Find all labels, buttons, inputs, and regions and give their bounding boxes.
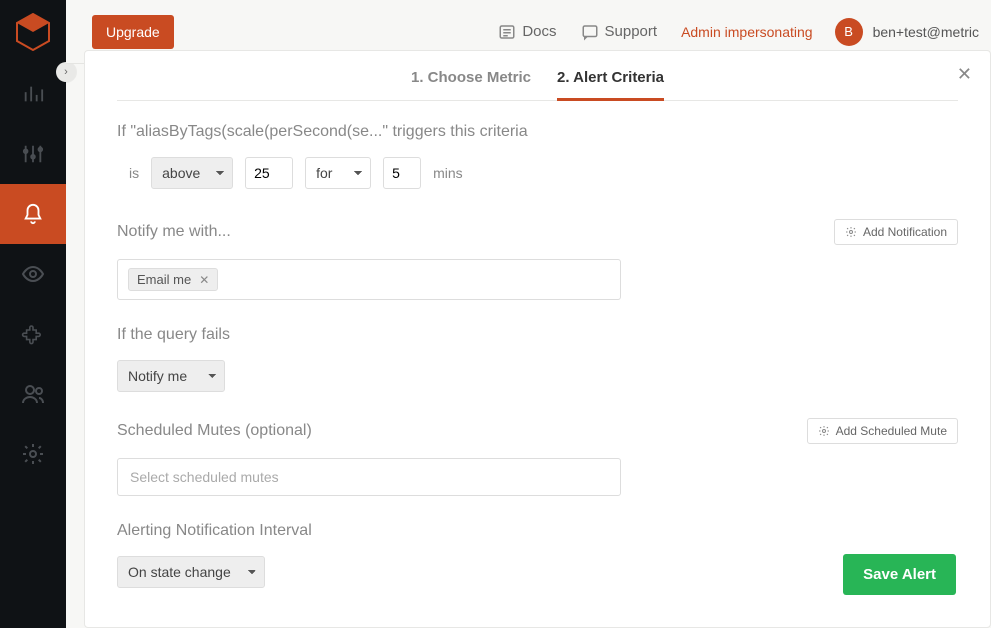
bar-chart-icon bbox=[22, 83, 44, 105]
criteria-for-select[interactable]: for bbox=[305, 157, 371, 189]
sidebar-item-team[interactable] bbox=[0, 364, 66, 424]
query-fail-title: If the query fails bbox=[117, 326, 958, 344]
news-icon bbox=[498, 23, 516, 41]
sidebar-expand-toggle[interactable]: › bbox=[56, 62, 76, 82]
close-icon[interactable]: ✕ bbox=[957, 65, 972, 83]
alert-modal: ✕ 1. Choose Metric 2. Alert Criteria If … bbox=[84, 50, 991, 628]
criteria-threshold-input[interactable] bbox=[245, 157, 293, 189]
alert-form: If "aliasByTags(scale(perSecond(se..." t… bbox=[85, 101, 990, 618]
puzzle-icon bbox=[21, 322, 45, 346]
docs-label: Docs bbox=[522, 23, 556, 40]
users-icon bbox=[21, 382, 45, 406]
save-alert-button[interactable]: Save Alert bbox=[843, 554, 956, 595]
criteria-mins-label: mins bbox=[433, 165, 463, 181]
criteria-comparator-select[interactable]: above bbox=[151, 157, 233, 189]
impersonating-banner[interactable]: Admin impersonating bbox=[681, 24, 813, 40]
gear-small-icon bbox=[818, 425, 830, 437]
add-scheduled-mute-button[interactable]: Add Scheduled Mute bbox=[807, 418, 958, 444]
criteria-duration-input[interactable] bbox=[383, 157, 421, 189]
tab-choose-metric[interactable]: 1. Choose Metric bbox=[411, 69, 531, 100]
sidebar-item-integrations[interactable] bbox=[0, 304, 66, 364]
interval-select[interactable]: On state change bbox=[117, 556, 265, 588]
add-notification-button[interactable]: Add Notification bbox=[834, 219, 958, 245]
docs-link[interactable]: Docs bbox=[498, 23, 556, 41]
bell-icon bbox=[22, 203, 44, 225]
support-link[interactable]: Support bbox=[581, 23, 658, 41]
sidebar bbox=[0, 0, 66, 628]
chevron-right-icon: › bbox=[64, 66, 68, 78]
gear-small-icon bbox=[845, 226, 857, 238]
user-email[interactable]: ben+test@metric bbox=[873, 24, 979, 40]
notify-tag-label: Email me bbox=[137, 272, 191, 287]
notify-tag-email[interactable]: Email me ✕ bbox=[128, 268, 218, 291]
logo-hexagon-icon bbox=[16, 13, 50, 51]
scheduled-mutes-input[interactable] bbox=[117, 458, 621, 496]
modal-tabs: 1. Choose Metric 2. Alert Criteria bbox=[117, 69, 958, 101]
sidebar-item-metrics[interactable] bbox=[0, 124, 66, 184]
add-notification-label: Add Notification bbox=[863, 225, 947, 239]
notify-title: Notify me with... bbox=[117, 223, 231, 241]
sidebar-item-visibility[interactable] bbox=[0, 244, 66, 304]
interval-title: Alerting Notification Interval bbox=[117, 522, 958, 540]
tab-alert-criteria[interactable]: 2. Alert Criteria bbox=[557, 69, 664, 101]
avatar[interactable]: B bbox=[835, 18, 863, 46]
sliders-icon bbox=[22, 143, 44, 165]
sidebar-item-settings[interactable] bbox=[0, 424, 66, 484]
add-mute-label: Add Scheduled Mute bbox=[836, 424, 947, 438]
sidebar-item-alerts[interactable] bbox=[0, 184, 66, 244]
brand-logo[interactable] bbox=[0, 0, 66, 64]
mutes-title: Scheduled Mutes (optional) bbox=[117, 422, 312, 440]
remove-tag-icon[interactable]: ✕ bbox=[199, 273, 209, 287]
chat-icon bbox=[581, 23, 599, 41]
gear-icon bbox=[21, 442, 45, 466]
upgrade-button[interactable]: Upgrade bbox=[92, 15, 174, 49]
criteria-row: is above for mins bbox=[129, 157, 958, 189]
criteria-sentence: If "aliasByTags(scale(perSecond(se..." t… bbox=[117, 123, 958, 141]
notify-channels-input[interactable]: Email me ✕ bbox=[117, 259, 621, 300]
support-label: Support bbox=[605, 23, 658, 40]
eye-icon bbox=[21, 262, 45, 286]
query-fail-select[interactable]: Notify me bbox=[117, 360, 225, 392]
criteria-is-label: is bbox=[129, 165, 139, 181]
